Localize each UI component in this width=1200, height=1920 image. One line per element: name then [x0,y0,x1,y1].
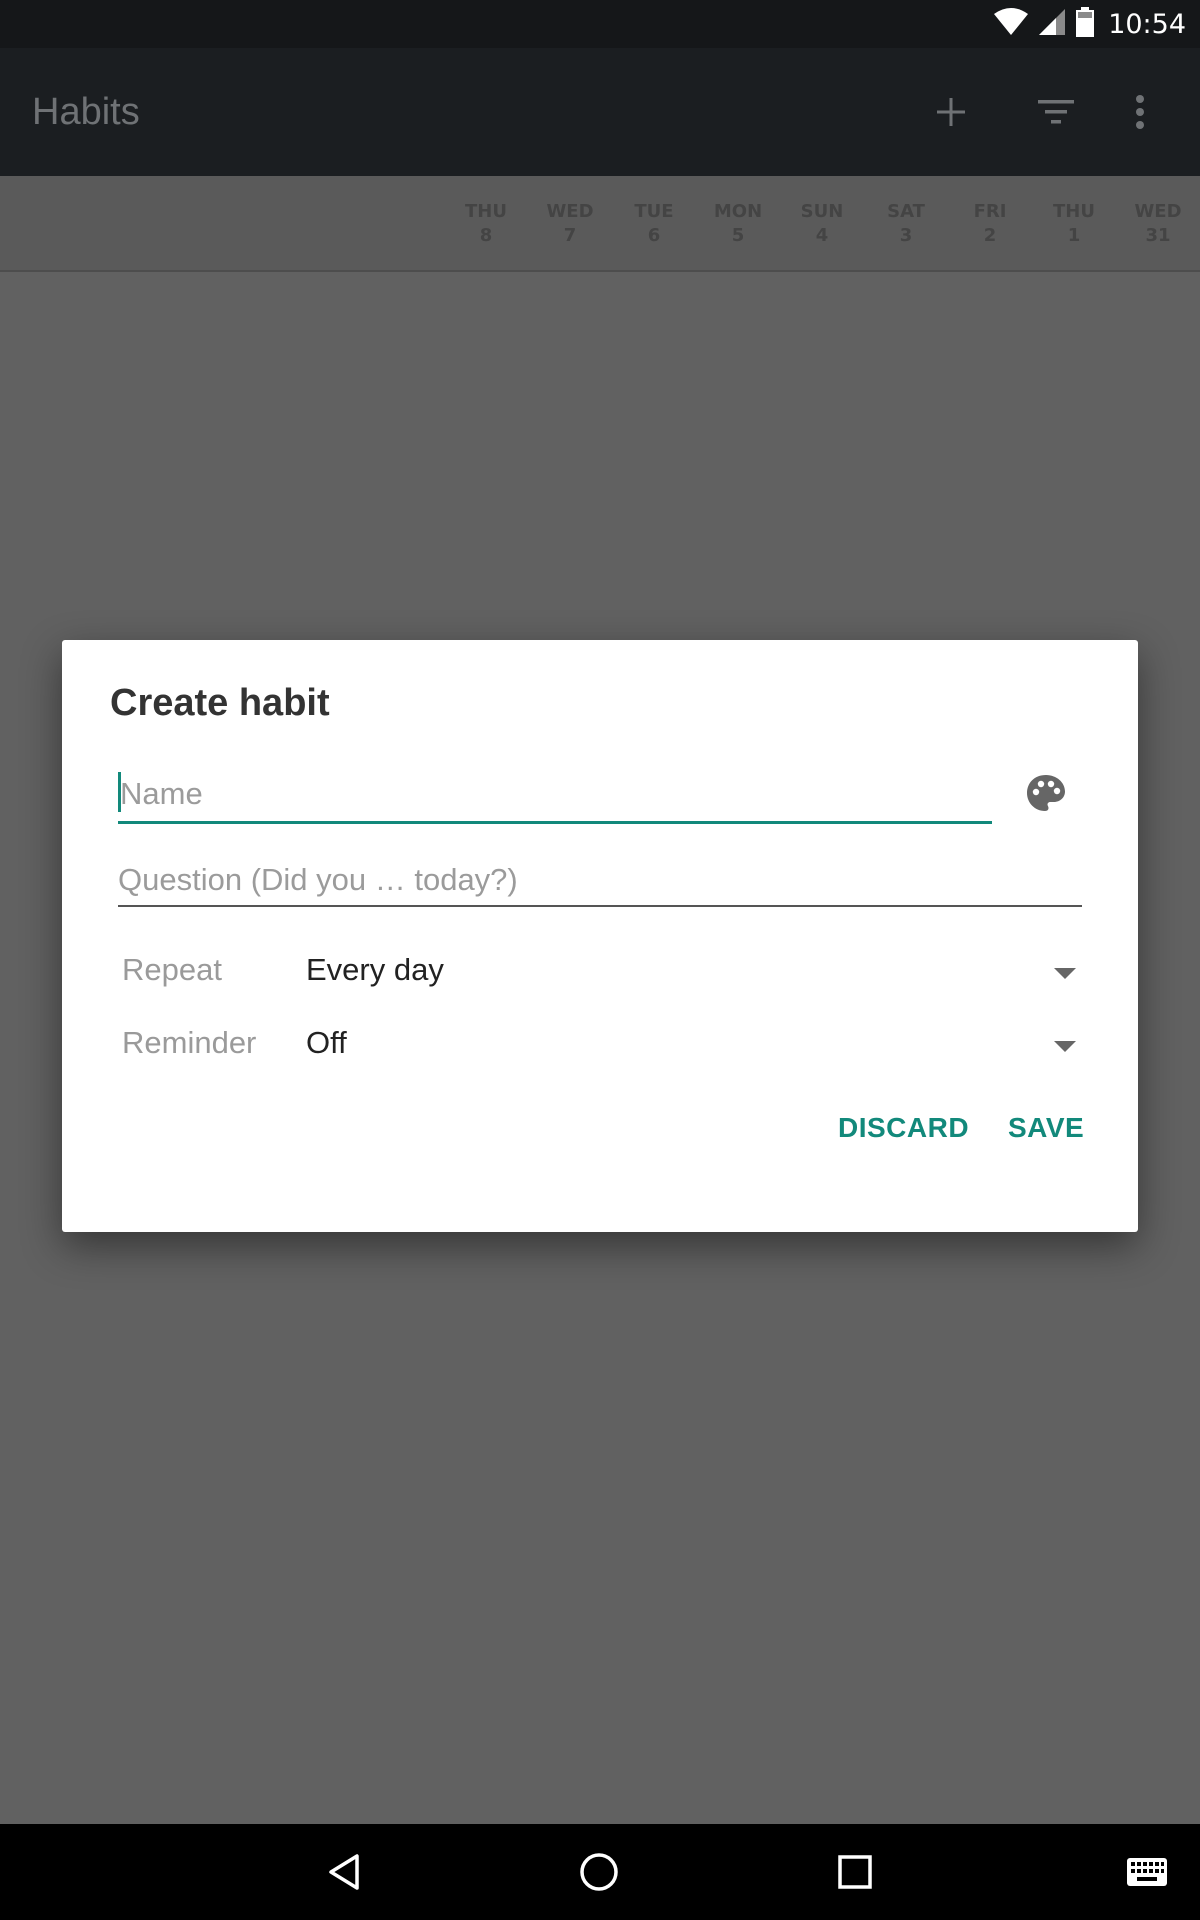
day-column: WED 7 [546,201,594,246]
repeat-value: Every day [306,952,444,987]
discard-button[interactable]: DISCARD [838,1112,969,1144]
days-header: THU 8 WED 7 TUE 6 MON 5 SUN 4 SAT 3 FRI 2 THU 1 … [0,176,1200,272]
day-column: WED 31 [1134,201,1182,246]
more-options-button[interactable] [1114,86,1166,138]
filter-button[interactable] [1030,86,1082,138]
reminder-value: Off [306,1025,347,1060]
signal-icon [1038,8,1066,41]
status-time: 10:54 [1108,8,1186,40]
wifi-icon [994,7,1029,41]
home-button[interactable] [567,1840,631,1904]
reminder-dropdown-icon [1054,1041,1076,1052]
day-column: SAT 3 [887,201,925,246]
color-picker-button[interactable] [1022,770,1070,818]
repeat-select[interactable] [102,940,1102,1000]
app-title: Habits [32,91,140,133]
save-button[interactable]: SAVE [1008,1112,1084,1144]
text-cursor [118,772,121,812]
day-column: FRI 2 [973,201,1007,246]
status-icons: 10:54 [994,0,1186,48]
home-icon [580,1853,618,1891]
day-column: MON 5 [713,201,763,246]
create-habit-dialog: Create habit Repeat Every day Reminder O… [62,640,1138,1232]
palette-icon [1027,775,1065,811]
battery-icon [1076,6,1095,42]
repeat-label: Repeat [122,952,222,987]
dialog-title: Create habit [110,682,330,724]
status-bar: 10:54 [0,0,1200,48]
more-vert-icon [1136,95,1144,129]
app-bar: Habits [0,48,1200,176]
repeat-dropdown-icon [1054,968,1076,979]
name-input[interactable] [118,768,992,820]
recents-icon [838,1855,872,1889]
keyboard-button[interactable] [1115,1840,1179,1904]
name-input-underline [118,821,992,824]
day-column: SUN 4 [800,201,844,246]
day-column: THU 1 [1053,201,1095,246]
filter-icon [1038,100,1074,124]
navigation-bar [0,1824,1200,1920]
day-column: THU 8 [465,201,507,246]
add-habit-button[interactable] [925,86,977,138]
recents-button[interactable] [823,1840,887,1904]
reminder-label: Reminder [122,1025,257,1060]
keyboard-icon [1127,1858,1167,1886]
question-input[interactable] [118,854,1082,906]
back-icon [329,1854,359,1890]
day-column: TUE 6 [634,201,674,246]
add-icon [937,98,965,126]
question-input-underline [118,905,1082,907]
back-button[interactable] [312,1840,376,1904]
